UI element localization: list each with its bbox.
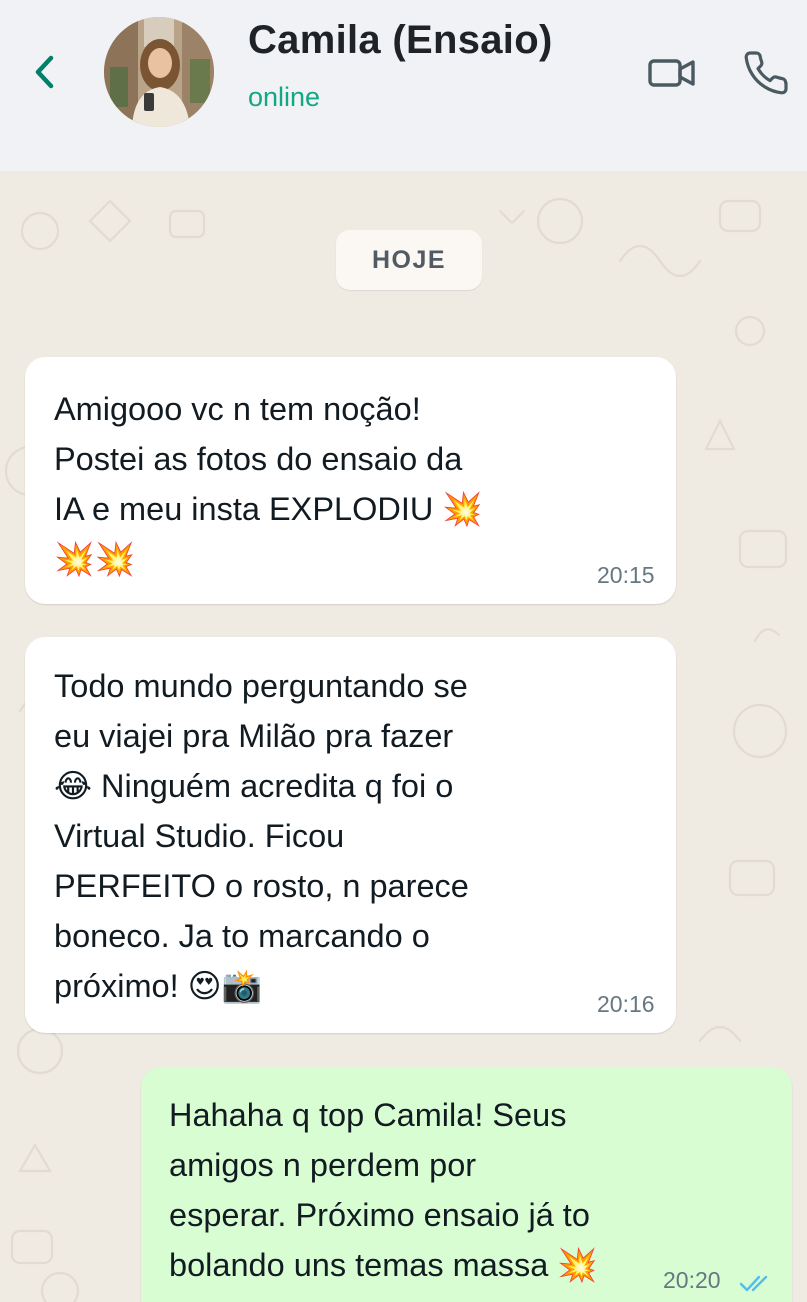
back-button[interactable] xyxy=(26,50,62,94)
voice-call-button[interactable] xyxy=(740,48,792,98)
message-text: Todo mundo perguntando se eu viajei pra … xyxy=(54,668,469,1004)
contact-name[interactable]: Camila (Ensaio) xyxy=(248,18,553,63)
message-time: 20:15 xyxy=(597,562,655,588)
message-text: Hahaha q top Camila! Seus amigos n perde… xyxy=(169,1097,598,1283)
chevron-left-icon xyxy=(35,55,54,89)
date-divider: HOJE xyxy=(336,230,482,290)
read-ticks-icon xyxy=(739,1275,768,1292)
message-time: 20:16 xyxy=(597,991,655,1017)
chat-header: Camila (Ensaio) online xyxy=(0,0,807,171)
message-time: 20:20 xyxy=(663,1267,721,1293)
video-call-button[interactable] xyxy=(646,48,698,98)
contact-avatar[interactable] xyxy=(104,17,214,127)
avatar-photo xyxy=(104,17,214,127)
contact-status: online xyxy=(248,82,321,112)
message-bubble-outgoing-1[interactable]: Hahaha q top Camila! Seus amigos n perde… xyxy=(141,1067,792,1302)
message-bubble-incoming-1[interactable]: Amigooo vc n tem noção! Postei as fotos … xyxy=(25,357,676,604)
message-text: Amigooo vc n tem noção! Postei as fotos … xyxy=(54,391,483,577)
video-camera-icon xyxy=(648,59,695,87)
phone-icon xyxy=(744,51,788,95)
message-bubble-incoming-2[interactable]: Todo mundo perguntando se eu viajei pra … xyxy=(25,637,676,1033)
